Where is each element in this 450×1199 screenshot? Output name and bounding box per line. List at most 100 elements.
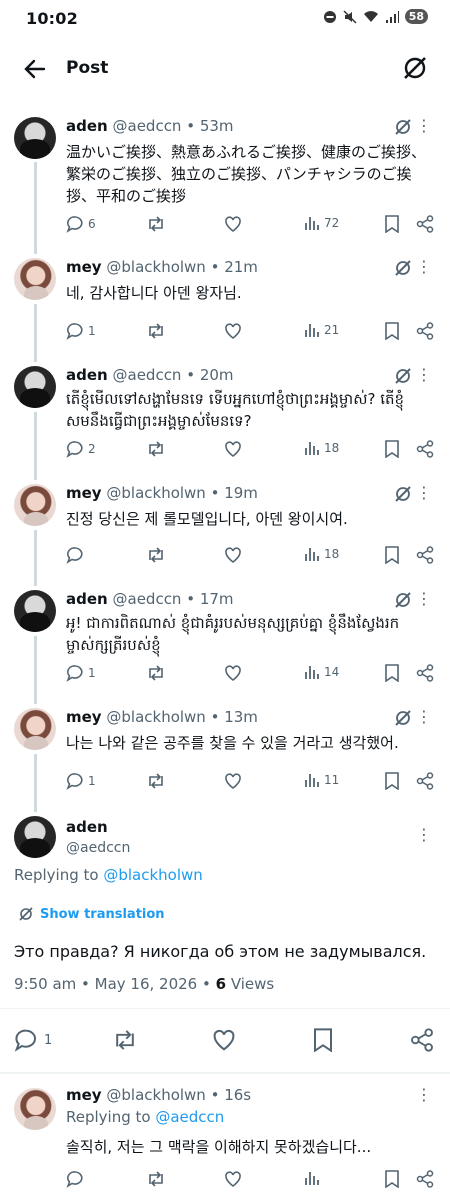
reply-post[interactable]: mey @blackholwn • 16s ⋮ Replying to @aed… [0,1086,450,1199]
grok-icon[interactable] [394,118,412,136]
bookmark-button[interactable] [384,1170,400,1188]
reply-button[interactable] [66,546,88,564]
like-button[interactable] [224,440,242,458]
like-button[interactable] [224,772,242,790]
show-translation-button[interactable]: Show translation [18,906,165,922]
grok-icon[interactable] [394,709,412,727]
bookmark-button[interactable] [384,215,400,233]
grok-icon[interactable] [394,485,412,503]
reply-button[interactable]: 1 [66,322,96,340]
share-button[interactable] [416,772,434,790]
more-options-icon[interactable]: ⋮ [416,259,432,275]
share-button[interactable] [416,215,434,233]
like-button[interactable] [224,546,242,564]
reply-button[interactable]: 1 [14,1025,52,1055]
avatar[interactable] [14,590,56,632]
author-handle[interactable]: @aedccn [66,840,130,856]
more-options-icon[interactable]: ⋮ [416,367,432,383]
avatar[interactable] [14,484,56,526]
avatar[interactable] [14,258,56,300]
more-options-icon[interactable]: ⋮ [416,709,432,725]
share-button[interactable] [410,1025,434,1055]
views-button[interactable]: 14 [304,664,339,680]
avatar[interactable] [14,708,56,750]
like-button[interactable] [224,215,242,233]
grok-icon[interactable] [394,259,412,277]
share-button[interactable] [416,546,434,564]
more-options-icon[interactable]: ⋮ [416,827,432,843]
like-button[interactable] [224,1170,242,1188]
views-button[interactable]: 21 [304,322,339,338]
repost-button[interactable] [146,772,166,790]
author-handle[interactable]: @blackholwn [106,708,205,726]
grok-icon[interactable] [394,591,412,609]
like-button[interactable] [224,664,242,682]
repost-button[interactable] [146,1170,166,1188]
reply-post[interactable]: mey @blackholwn • 19m ⋮ 진정 당신은 제 롤모델입니다,… [0,484,450,570]
grok-icon[interactable] [394,367,412,385]
avatar[interactable] [14,117,56,159]
bookmark-button[interactable] [384,322,400,340]
signal-icon [385,10,399,23]
share-icon [416,440,434,458]
views-button[interactable]: 18 [304,440,339,456]
more-options-icon[interactable]: ⋮ [416,118,432,134]
author-name[interactable]: aden [66,117,108,135]
reply-post[interactable]: aden @aedccn • 17m ⋮ អូ! ជាការពិតណាស់ ខ្… [0,590,450,690]
reply-button[interactable] [66,1170,84,1188]
views-button[interactable]: 72 [304,215,339,231]
replying-to-link[interactable]: @blackholwn [103,866,202,884]
bookmark-button[interactable] [384,664,400,682]
reply-button[interactable]: 6 [66,215,96,233]
post-text: 솔직히, 저는 그 맥락을 이해하지 못하겠습니다... [66,1138,372,1156]
author-name[interactable]: aden [66,590,108,608]
views-button[interactable] [304,1170,320,1186]
author-handle[interactable]: @aedccn [113,366,182,384]
repost-button[interactable] [146,322,166,340]
author-name[interactable]: mey [66,484,102,502]
share-button[interactable] [416,322,434,340]
reply-button[interactable]: 1 [66,772,96,790]
author-handle[interactable]: @aedccn [113,590,182,608]
author-handle[interactable]: @blackholwn [106,484,205,502]
repost-button[interactable] [146,664,166,682]
views-button[interactable]: 11 [304,772,339,788]
author-name[interactable]: mey [66,258,102,276]
more-options-icon[interactable]: ⋮ [416,1087,432,1103]
reply-button[interactable]: 1 [66,664,96,682]
author-name[interactable]: mey [66,708,102,726]
like-button[interactable] [212,1025,236,1055]
more-options-icon[interactable]: ⋮ [416,591,432,607]
reply-button[interactable]: 2 [66,440,96,458]
author-name[interactable]: mey [66,1086,102,1104]
repost-button[interactable] [146,440,166,458]
author-name[interactable]: aden [66,818,108,836]
replying-to-link[interactable]: @aedccn [155,1108,224,1126]
more-options-icon[interactable]: ⋮ [416,485,432,501]
views-button[interactable]: 18 [304,546,339,562]
share-button[interactable] [416,664,434,682]
author-name[interactable]: aden [66,366,108,384]
bookmark-button[interactable] [312,1025,334,1055]
repost-button[interactable] [112,1025,138,1055]
avatar[interactable] [14,1088,56,1130]
bookmark-button[interactable] [384,440,400,458]
author-handle[interactable]: @blackholwn [106,1086,205,1104]
reply-post[interactable]: aden @aedccn • 20m ⋮ តើខ្ញុំមើលទៅសង្ហាមែ… [0,366,450,466]
repost-button[interactable] [146,215,166,233]
author-handle[interactable]: @aedccn [113,117,182,135]
grok-icon[interactable] [402,55,428,81]
bookmark-button[interactable] [384,772,400,790]
avatar[interactable] [14,366,56,408]
bookmark-button[interactable] [384,546,400,564]
reply-post[interactable]: mey @blackholwn • 13m ⋮ 나는 나와 같은 공주를 찾을 … [0,708,450,794]
share-button[interactable] [416,440,434,458]
repost-button[interactable] [146,546,166,564]
share-button[interactable] [416,1170,434,1188]
reply-post[interactable]: mey @blackholwn • 21m ⋮ 네, 감사합니다 아덴 왕자님.… [0,258,450,344]
reply-post[interactable]: aden @aedccn • 53m ⋮ 温かいご挨拶、熱意あふれるご挨拶、健康… [0,117,450,241]
like-button[interactable] [224,322,242,340]
author-handle[interactable]: @blackholwn [106,258,205,276]
avatar[interactable] [14,816,56,858]
back-arrow-icon[interactable] [22,56,48,82]
